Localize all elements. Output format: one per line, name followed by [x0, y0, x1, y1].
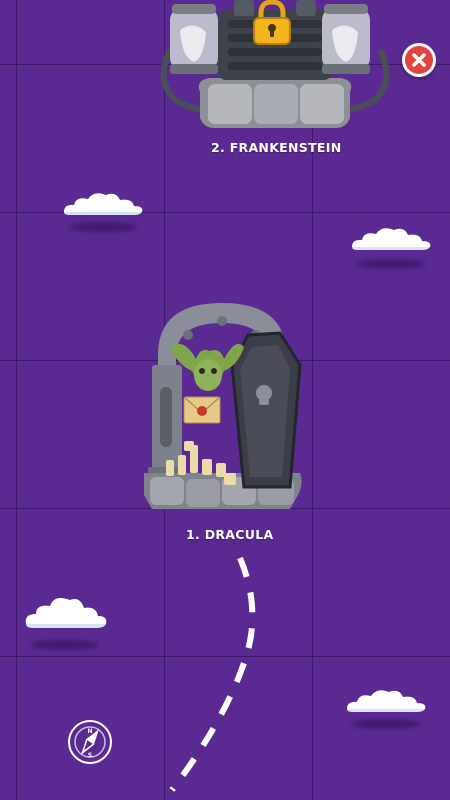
- close-icon: [405, 46, 433, 74]
- lock-icon: [250, 0, 294, 46]
- compass-north-letter: N: [87, 728, 92, 735]
- compass-south-letter: S: [88, 752, 92, 759]
- close-button[interactable]: [402, 43, 436, 77]
- compass-button[interactable]: N S: [67, 719, 113, 765]
- level-frankenstein-node[interactable]: [150, 0, 400, 140]
- level-1-label: 1. DRACULA: [186, 527, 274, 542]
- compass-icon: N S: [68, 720, 112, 764]
- level-dracula-node[interactable]: [140, 295, 305, 515]
- dracula-crypt-illustration: [144, 303, 302, 509]
- level-2-label: 2. FRANKENSTEIN: [211, 140, 342, 155]
